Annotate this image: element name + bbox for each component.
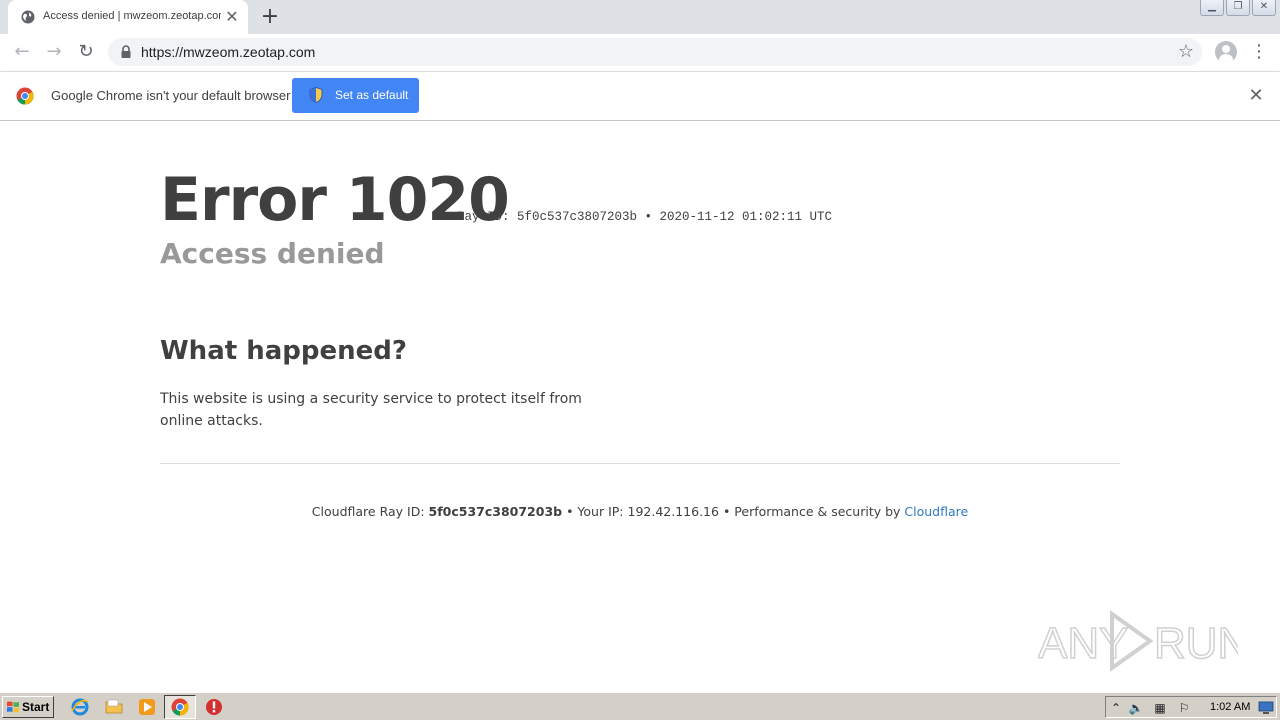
browser-titlebar: Access denied | mwzeom.zeotap.com ✕ + ▁ … xyxy=(0,0,1280,34)
forward-arrow-icon[interactable]: → xyxy=(42,40,66,64)
access-denied-subtitle: Access denied xyxy=(160,237,385,270)
anyrun-watermark: ANY RUN xyxy=(1038,610,1238,672)
window-controls: ▁ ❐ ✕ xyxy=(1198,0,1276,18)
set-as-default-button[interactable]: Set as default xyxy=(292,78,419,113)
taskbar-chrome-button[interactable] xyxy=(164,695,196,719)
chrome-icon xyxy=(171,698,189,716)
cloudflare-link[interactable]: Cloudflare xyxy=(904,504,968,519)
folder-icon[interactable] xyxy=(104,697,124,717)
footer-ip-label: • Your IP: xyxy=(566,504,624,519)
back-arrow-icon[interactable]: ← xyxy=(10,40,34,64)
window-close-icon[interactable]: ✕ xyxy=(1252,0,1276,16)
ie-icon[interactable] xyxy=(70,697,90,717)
footer-perf-label: • Performance & security by xyxy=(722,504,901,519)
system-tray: ⌃ 🔈 ▦ ⚐ 1:02 AM xyxy=(1105,696,1277,718)
default-browser-infobar: Google Chrome isn't your default browser… xyxy=(0,71,1280,121)
footer-ray-label: Cloudflare Ray ID: xyxy=(311,504,425,519)
windows-flag-icon xyxy=(7,701,19,713)
infobar-message: Google Chrome isn't your default browser xyxy=(51,88,291,103)
divider xyxy=(160,463,1120,464)
svg-text:RUN: RUN xyxy=(1154,619,1238,668)
browser-toolbar: ← → ↻ https://mwzeom.zeotap.com ☆ ⋮ xyxy=(0,34,1280,71)
kebab-menu-icon[interactable]: ⋮ xyxy=(1250,40,1268,64)
windows-taskbar: Start ⌃ 🔈 ▦ ⚐ 1:02 AM xyxy=(0,692,1280,720)
minimize-icon[interactable]: ▁ xyxy=(1200,0,1224,16)
new-tab-plus-icon[interactable]: + xyxy=(258,5,282,29)
address-bar[interactable]: https://mwzeom.zeotap.com ☆ xyxy=(108,38,1202,66)
restore-icon[interactable]: ❐ xyxy=(1226,0,1250,16)
explanation-text: This website is using a security service… xyxy=(160,391,582,429)
stop-icon[interactable] xyxy=(204,697,224,717)
chrome-logo-icon xyxy=(16,87,34,105)
tab-title: Access denied | mwzeom.zeotap.com xyxy=(43,10,221,22)
media-player-icon[interactable] xyxy=(137,697,157,717)
svg-text:ANY: ANY xyxy=(1038,619,1128,668)
start-button[interactable]: Start xyxy=(2,696,54,718)
page-content: Error 1020 Ray ID: 5f0c537c3807203b • 20… xyxy=(0,121,1280,692)
footer: Cloudflare Ray ID: 5f0c537c3807203b • Yo… xyxy=(0,504,1280,519)
set-as-default-label: Set as default xyxy=(335,88,409,102)
avatar-icon[interactable] xyxy=(1215,41,1237,63)
flag-icon[interactable]: ⚐ xyxy=(1176,700,1192,716)
uac-shield-icon xyxy=(309,87,323,103)
url-text[interactable]: https://mwzeom.zeotap.com xyxy=(141,44,315,60)
clock[interactable]: 1:02 AM xyxy=(1210,701,1250,713)
reload-icon[interactable]: ↻ xyxy=(74,40,98,64)
volume-icon[interactable]: 🔈 xyxy=(1128,700,1144,716)
infobar-close-icon[interactable]: ✕ xyxy=(1247,86,1265,106)
lock-icon xyxy=(121,45,131,58)
globe-icon xyxy=(21,10,35,24)
tab-close-icon[interactable]: ✕ xyxy=(224,9,240,25)
monitor-icon[interactable] xyxy=(1258,701,1274,715)
expand-arrow-icon[interactable]: ⌃ xyxy=(1108,700,1124,716)
network-icon[interactable]: ▦ xyxy=(1152,700,1168,716)
footer-ray-id: 5f0c537c3807203b xyxy=(428,504,563,519)
ray-id-line: Ray ID: 5f0c537c3807203b • 2020-11-12 01… xyxy=(457,210,833,224)
footer-ip: 192.42.116.16 xyxy=(627,504,719,519)
start-label: Start xyxy=(22,700,50,714)
browser-tab[interactable]: Access denied | mwzeom.zeotap.com ✕ xyxy=(8,0,248,34)
section-heading: What happened? xyxy=(160,336,407,366)
bookmark-star-icon[interactable]: ☆ xyxy=(1178,41,1194,63)
error-title: Error 1020 xyxy=(160,165,510,235)
